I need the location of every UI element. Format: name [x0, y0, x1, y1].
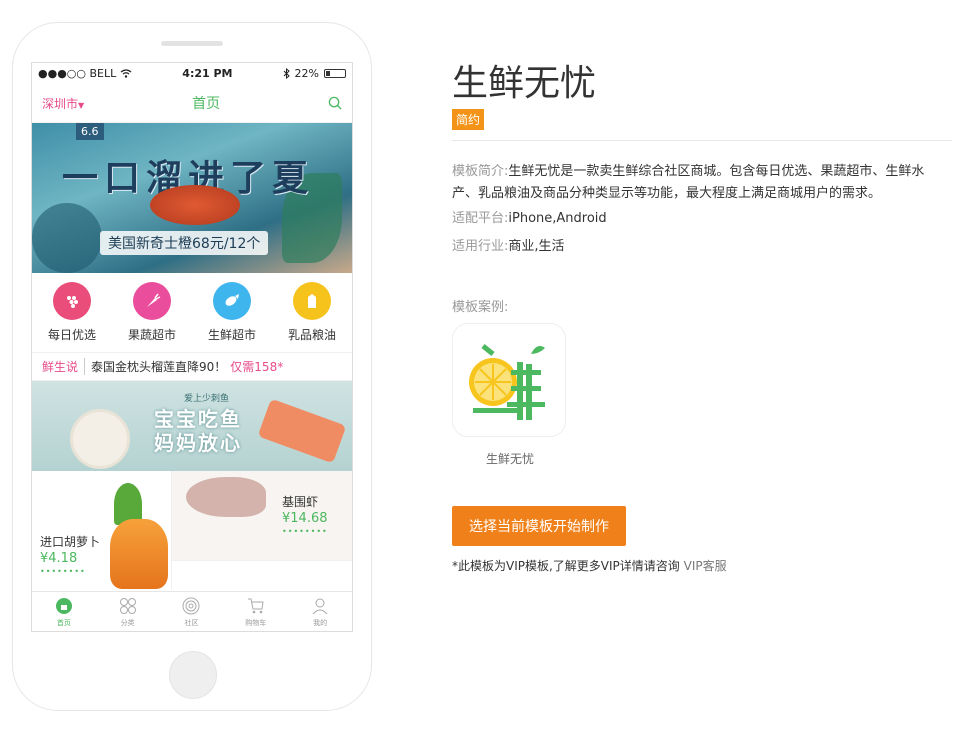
promo-banner[interactable]: 爱上少刺鱼 宝宝吃鱼 妈妈放心 [32, 381, 352, 471]
carrot-icon [132, 282, 171, 320]
phone-screen: ●●●○○ BELL 4:21 PM 22% 深圳市▼ 首页 6.6 一口溜进了… [31, 62, 353, 632]
template-industry: 适用行业:商业,生活 [452, 236, 948, 258]
city-selector[interactable]: 深圳市▼ [42, 93, 84, 112]
case-caption: 生鲜无忧 [486, 452, 535, 466]
crab-illustration [150, 185, 240, 225]
product-price: ¥14.68 [282, 511, 328, 526]
platform-text: iPhone,Android [508, 211, 607, 226]
template-platform: 适配平台:iPhone,Android [452, 208, 948, 230]
tab-label: 社区 [184, 618, 199, 627]
category-label: 乳品粮油 [287, 328, 336, 342]
tab-label: 我的 [313, 618, 328, 627]
cases-label: 模板案例: [452, 300, 509, 315]
news-ticker[interactable]: 鲜生说 泰国金枕头榴莲直降90！ 仅需158* [32, 353, 352, 381]
carrier-label: ●●●○○ BELL [38, 66, 117, 80]
tab-cart[interactable]: 购物车 [245, 596, 266, 628]
product-name: 基围虾 [282, 495, 319, 509]
community-icon [181, 596, 201, 616]
category-icon [118, 596, 138, 616]
product-price: ¥4.18 [40, 551, 78, 566]
bottom-tab-bar: 首页 分类 社区 购物车 我的 [32, 591, 352, 631]
start-making-button[interactable]: 选择当前模板开始制作 [452, 506, 626, 546]
industry-label: 适用行业: [452, 239, 509, 254]
phone-mockup: ●●●○○ BELL 4:21 PM 22% 深圳市▼ 首页 6.6 一口溜进了… [12, 22, 372, 711]
template-intro: 模板简介:生鲜无忧是一款卖生鲜综合社区商城。包含每日优选、果蔬超市、生鲜水产、乳… [452, 161, 948, 205]
category-fresh-market[interactable]: 生鲜超市 [208, 282, 256, 343]
industry-text: 商业,生活 [508, 239, 565, 254]
tab-label: 首页 [56, 618, 71, 627]
fish-icon [212, 282, 251, 320]
intro-label: 模板简介: [452, 164, 509, 179]
ticker-tag: 鲜生说 [42, 358, 86, 375]
ticker-text: 泰国金枕头榴莲直降90！ [91, 360, 227, 374]
home-icon [54, 596, 74, 616]
user-icon [310, 596, 330, 616]
battery-percent: 22% [294, 66, 319, 80]
price-underline: •••••••• [282, 527, 328, 536]
status-time: 4:21 PM [182, 66, 233, 80]
product-name: 进口胡萝卜 [40, 535, 101, 549]
category-grid: 每日优选 果蔬超市 生鲜超市 乳品粮油 [32, 273, 352, 353]
vip-note-text: *此模板为VIP模板,了解更多VIP详情请咨询 [452, 559, 680, 573]
shrimp-image [186, 477, 266, 517]
wifi-icon [120, 68, 132, 78]
product-card-shrimp[interactable]: 基围虾 ¥14.68 •••••••• [172, 471, 352, 561]
banner-decoration [32, 203, 102, 273]
divider [452, 140, 952, 141]
carrot-image [110, 519, 168, 589]
tab-community[interactable]: 社区 [181, 596, 201, 628]
price-underline: •••••••• [40, 567, 86, 576]
platform-label: 适配平台: [452, 211, 509, 226]
product-card-carrot[interactable]: 进口胡萝卜 ¥4.18 •••••••• [32, 471, 172, 589]
milk-icon [292, 282, 331, 320]
category-label: 果蔬超市 [127, 328, 176, 342]
banner-badge: 6.6 [76, 123, 104, 140]
app-title: 首页 [192, 95, 221, 112]
battery-icon [324, 68, 346, 78]
app-header: 深圳市▼ 首页 [32, 83, 352, 123]
hero-banner[interactable]: 6.6 一口溜进了夏 美国新奇士橙68元/12个 [32, 123, 352, 273]
category-fruit-veg[interactable]: 果蔬超市 [128, 282, 176, 343]
tab-profile[interactable]: 我的 [310, 596, 330, 628]
app-logo-card[interactable] [452, 323, 566, 437]
search-icon[interactable] [328, 96, 342, 110]
phone-speaker [161, 41, 223, 46]
status-bar: ●●●○○ BELL 4:21 PM 22% [32, 63, 352, 83]
tab-category[interactable]: 分类 [118, 596, 138, 628]
berries-icon [52, 282, 91, 320]
salmon-image [257, 398, 347, 464]
city-label: 深圳市 [42, 97, 79, 111]
tab-label: 分类 [120, 618, 135, 627]
vip-service-link[interactable]: VIP客服 [684, 559, 727, 573]
template-title: 生鲜无忧 [452, 63, 597, 104]
category-dairy-grain[interactable]: 乳品粮油 [288, 282, 336, 343]
cart-icon [246, 596, 266, 616]
tab-label: 购物车 [245, 618, 267, 627]
bluetooth-icon [283, 67, 290, 79]
category-label: 生鲜超市 [207, 328, 256, 342]
phone-home-button [169, 651, 217, 699]
vip-note: *此模板为VIP模板,了解更多VIP详情请咨询 VIP客服 [452, 557, 727, 574]
promo-line-2: 妈妈放心 [154, 431, 242, 455]
category-daily-picks[interactable]: 每日优选 [48, 282, 96, 343]
intro-text: 生鲜无忧是一款卖生鲜综合社区商城。包含每日优选、果蔬超市、生鲜水产、乳品粮油及商… [452, 164, 925, 201]
tab-home[interactable]: 首页 [54, 596, 74, 628]
salad-plate-image [70, 409, 130, 469]
product-grid: 进口胡萝卜 ¥4.18 •••••••• 基围虾 ¥14.68 •••••••• [32, 471, 352, 589]
category-label: 每日优选 [47, 328, 96, 342]
style-tag: 简约 [452, 109, 485, 130]
banner-caption: 美国新奇士橙68元/12个 [100, 231, 269, 255]
ticker-price: 仅需158* [230, 360, 284, 374]
app-logo-icon [469, 344, 545, 420]
caret-down-icon: ▼ [78, 101, 85, 110]
